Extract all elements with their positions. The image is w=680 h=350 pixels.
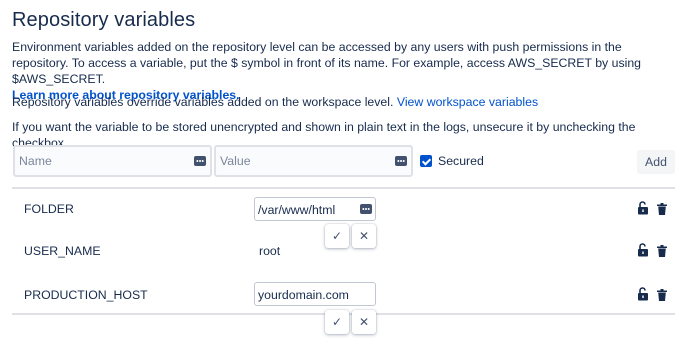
- secured-checkbox[interactable]: [420, 155, 432, 167]
- close-icon: ✕: [358, 315, 370, 329]
- variable-value: root: [259, 244, 281, 258]
- variable-name: PRODUCTION_HOST: [24, 288, 148, 302]
- variable-value-input[interactable]: yourdomain.com: [254, 282, 376, 306]
- check-icon: ✓: [331, 229, 343, 243]
- override-text: Repository variables override variables …: [12, 95, 394, 109]
- page-title: Repository variables: [12, 9, 196, 31]
- keyboard-icon[interactable]: [360, 204, 372, 214]
- trash-icon[interactable]: [657, 203, 667, 215]
- add-button[interactable]: Add: [637, 150, 675, 174]
- unlock-icon[interactable]: [637, 201, 649, 215]
- confirm-button[interactable]: ✓: [325, 310, 349, 334]
- trash-icon[interactable]: [657, 245, 667, 257]
- close-icon: ✕: [358, 229, 370, 243]
- intro-text: Environment variables added on the repos…: [12, 40, 642, 86]
- keyboard-icon[interactable]: [194, 156, 206, 166]
- variable-name: FOLDER: [24, 202, 74, 216]
- name-placeholder: Name: [19, 154, 52, 168]
- value-input[interactable]: Value: [214, 145, 413, 177]
- view-workspace-variables-link[interactable]: View workspace variables: [397, 95, 538, 109]
- trash-icon[interactable]: [657, 289, 667, 301]
- secured-label: Secured: [438, 154, 484, 168]
- value-placeholder: Value: [220, 154, 251, 168]
- divider: [12, 187, 675, 189]
- keyboard-icon[interactable]: [395, 156, 407, 166]
- variable-value: /var/www/html: [258, 203, 336, 217]
- variable-value-input[interactable]: /var/www/html: [254, 197, 376, 221]
- name-input[interactable]: Name: [13, 145, 212, 177]
- confirm-button[interactable]: ✓: [325, 224, 349, 248]
- cancel-button[interactable]: ✕: [352, 310, 376, 334]
- secured-checkbox-row[interactable]: Secured: [420, 153, 484, 169]
- override-paragraph: Repository variables override variables …: [12, 94, 538, 110]
- unlock-icon[interactable]: [637, 287, 649, 301]
- check-icon: ✓: [331, 315, 343, 329]
- unlock-icon[interactable]: [637, 243, 649, 257]
- variable-value: yourdomain.com: [258, 288, 349, 302]
- variable-name: USER_NAME: [24, 244, 101, 258]
- cancel-button[interactable]: ✕: [352, 224, 376, 248]
